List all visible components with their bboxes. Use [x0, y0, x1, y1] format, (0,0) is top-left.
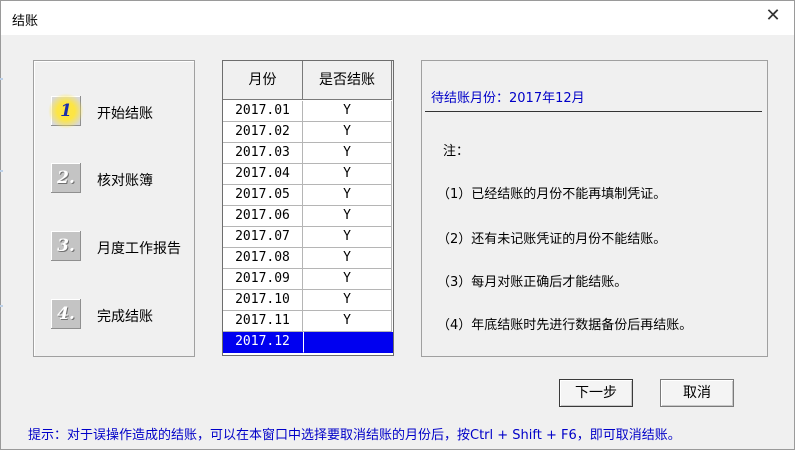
table-row[interactable]: 2017.10 Y: [223, 290, 393, 311]
column-header-closed[interactable]: 是否结账: [303, 61, 392, 100]
closed-status-cell[interactable]: Y: [303, 122, 392, 143]
note-1: （1）已经结账的月份不能再填制凭证。: [437, 187, 667, 202]
close-icon[interactable]: ✕: [756, 4, 790, 28]
next-step-button[interactable]: 下一步: [559, 379, 633, 407]
step-4-icon: 4.: [51, 299, 81, 329]
table-row[interactable]: 2017.07 Y: [223, 227, 393, 248]
dialog-client-area: 1 开始结账 2. 核对账簿 3. 月度工作报告 4. 完成结账 月份 是否结账…: [9, 35, 786, 443]
month-cell[interactable]: 2017.12: [223, 332, 303, 353]
edge-mark: [0, 305, 3, 307]
month-cell[interactable]: 2017.10: [223, 290, 303, 311]
closed-status-cell[interactable]: Y: [303, 206, 392, 227]
month-cell[interactable]: 2017.11: [223, 311, 303, 332]
month-cell[interactable]: 2017.01: [223, 101, 303, 122]
table-row[interactable]: 2017.12: [223, 332, 393, 353]
step-2-label: 核对账簿: [97, 173, 153, 189]
closed-status-cell[interactable]: Y: [303, 185, 392, 206]
table-row[interactable]: 2017.02 Y: [223, 122, 393, 143]
month-cell[interactable]: 2017.07: [223, 227, 303, 248]
step-2-icon: 2.: [51, 163, 81, 193]
month-cell[interactable]: 2017.03: [223, 143, 303, 164]
grid-header: 月份 是否结账: [223, 61, 393, 100]
closed-status-cell[interactable]: Y: [303, 227, 392, 248]
step-1-icon: 1: [48, 93, 84, 129]
table-row[interactable]: 2017.11 Y: [223, 311, 393, 332]
month-cell[interactable]: 2017.08: [223, 248, 303, 269]
pending-month-label: 待结账月份：2017年12月: [431, 91, 585, 106]
month-cell[interactable]: 2017.06: [223, 206, 303, 227]
month-cell[interactable]: 2017.05: [223, 185, 303, 206]
dialog-window: 结账 ✕ 1 开始结账 2. 核对账簿 3. 月度工作报告 4. 完成结账 月份…: [0, 0, 795, 450]
info-panel: 待结账月份：2017年12月 注： （1）已经结账的月份不能再填制凭证。 （2）…: [421, 60, 768, 357]
edge-mark: [0, 78, 3, 80]
note-4: （4）年底结账时先进行数据备份后再结账。: [437, 318, 693, 333]
table-row[interactable]: 2017.04 Y: [223, 164, 393, 185]
step-2-number: 2.: [57, 168, 75, 188]
steps-panel: 1 开始结账 2. 核对账簿 3. 月度工作报告 4. 完成结账: [33, 60, 195, 357]
step-3-icon: 3.: [51, 231, 81, 261]
closed-status-cell[interactable]: [303, 332, 393, 353]
closed-status-cell[interactable]: Y: [303, 311, 392, 332]
step-4-number: 4.: [57, 304, 75, 324]
closed-status-cell[interactable]: Y: [303, 143, 392, 164]
note-title: 注：: [443, 144, 470, 159]
hint-text: 提示：对于误操作造成的结账，可以在本窗口中选择要取消结账的月份后，按Ctrl +…: [28, 428, 681, 443]
step-1-label: 开始结账: [97, 106, 153, 122]
note-3: （3）每月对账正确后才能结账。: [437, 275, 628, 290]
cancel-button[interactable]: 取消: [660, 379, 734, 407]
table-row[interactable]: 2017.06 Y: [223, 206, 393, 227]
table-row[interactable]: 2017.08 Y: [223, 248, 393, 269]
closed-status-cell[interactable]: Y: [303, 248, 392, 269]
table-row[interactable]: 2017.09 Y: [223, 269, 393, 290]
info-divider: [425, 111, 762, 112]
column-header-month[interactable]: 月份: [223, 61, 303, 100]
window-title: 结账: [12, 14, 39, 29]
step-4-label: 完成结账: [97, 309, 153, 325]
title-bar[interactable]: 结账 ✕: [1, 1, 794, 35]
table-row[interactable]: 2017.03 Y: [223, 143, 393, 164]
closed-status-cell[interactable]: Y: [303, 269, 392, 290]
table-row[interactable]: 2017.01 Y: [223, 101, 393, 122]
month-grid[interactable]: 月份 是否结账 2017.01 Y 2017.02 Y 2017.03 Y 2017.04 Y…: [222, 60, 394, 356]
table-row[interactable]: 2017.05 Y: [223, 185, 393, 206]
step-3-label: 月度工作报告: [97, 241, 181, 257]
note-2: （2）还有未记账凭证的月份不能结账。: [437, 232, 667, 247]
closed-status-cell[interactable]: Y: [303, 164, 392, 185]
closed-status-cell[interactable]: Y: [303, 101, 392, 122]
edge-mark: [0, 170, 3, 172]
month-cell[interactable]: 2017.02: [223, 122, 303, 143]
step-3-number: 3.: [57, 236, 75, 256]
month-cell[interactable]: 2017.04: [223, 164, 303, 185]
closed-status-cell[interactable]: Y: [303, 290, 392, 311]
step-1-number: 1: [60, 101, 72, 121]
month-cell[interactable]: 2017.09: [223, 269, 303, 290]
